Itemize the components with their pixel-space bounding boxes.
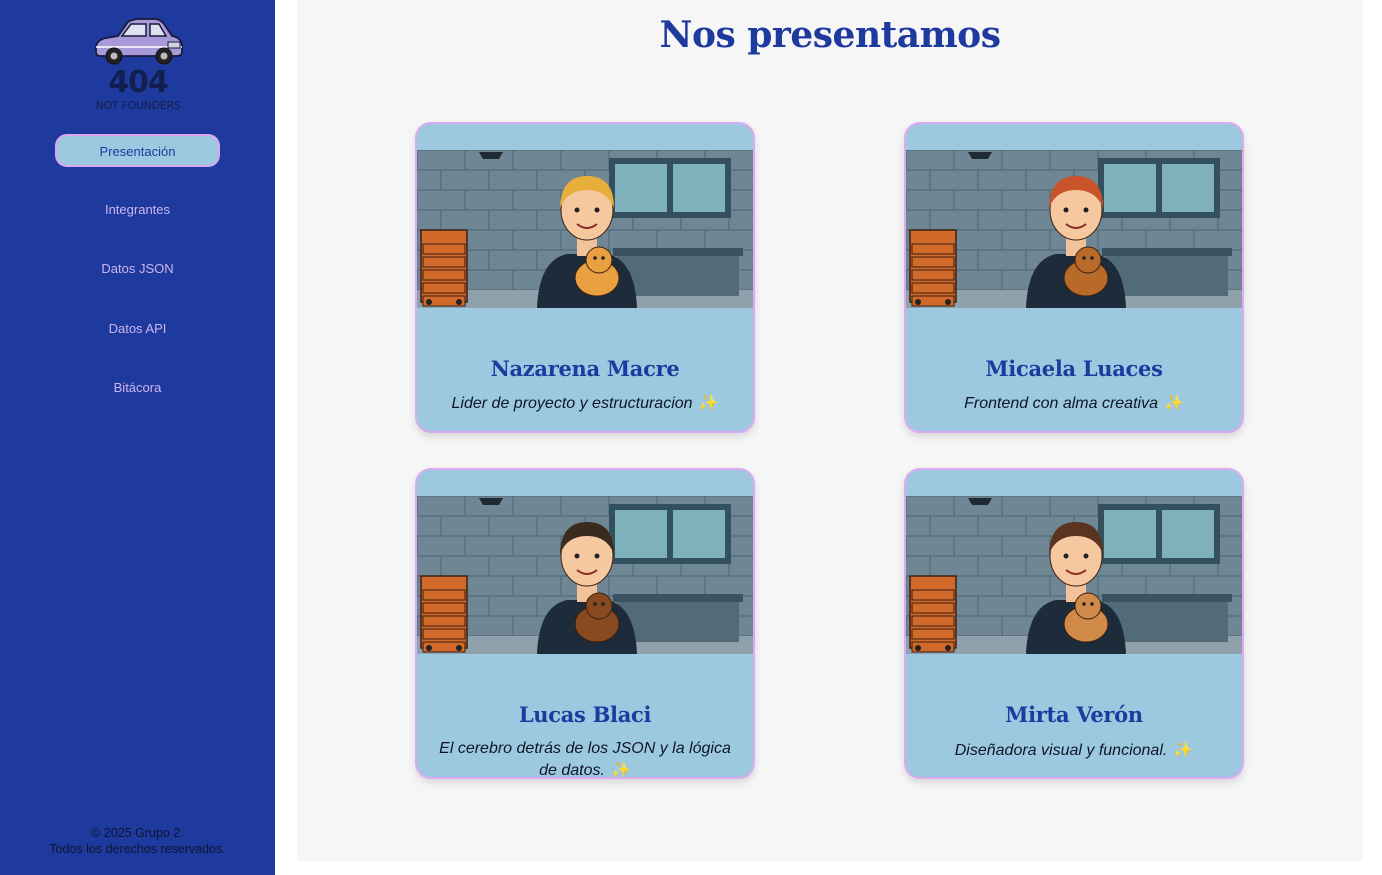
sparkle-icon: ✨ — [610, 762, 631, 779]
footer-copyright: © 2025 Grupo 2. — [91, 826, 184, 840]
member-card[interactable]: Nazarena Macre Lider de proyecto y estru… — [415, 122, 755, 433]
logo-number: 404 — [108, 65, 169, 100]
member-illustration — [906, 496, 1242, 654]
nav-item-bitacora[interactable]: Bitácora — [55, 372, 220, 405]
logo[interactable]: 404 NOT FOUNDERS — [86, 14, 190, 112]
sparkle-icon: ✨ — [698, 395, 719, 412]
member-role: Diseñadora visual y funcional. ✨ — [924, 740, 1224, 762]
member-name: Mirta Verón — [1005, 702, 1143, 727]
nav-item-datos-json[interactable]: Datos JSON — [55, 253, 220, 286]
member-name: Lucas Blaci — [518, 702, 652, 727]
sparkle-icon: ✨ — [1163, 395, 1184, 412]
member-role: El cerebro detrás de los JSON y la lógic… — [435, 738, 735, 779]
member-illustration — [417, 150, 753, 308]
member-card[interactable]: Mirta Verón Diseñadora visual y funciona… — [904, 468, 1244, 779]
footer-rights: Todos los derechos reservados. — [49, 842, 226, 856]
member-role: Frontend con alma creativa ✨ — [924, 393, 1224, 415]
member-illustration — [417, 496, 753, 654]
nav-item-presentacion[interactable]: Presentación — [55, 134, 220, 167]
car-icon — [95, 18, 183, 65]
main-content: Nos presentamos Nazarena Macre Lider de … — [297, 0, 1363, 861]
member-name: Micaela Luaces — [985, 356, 1163, 381]
member-role-text: Diseñadora visual y funcional. — [954, 742, 1168, 759]
member-name: Nazarena Macre — [490, 356, 680, 381]
member-card[interactable]: Micaela Luaces Frontend con alma creativ… — [904, 122, 1244, 433]
member-role-text: Lider de proyecto y estructuracion — [451, 395, 693, 412]
member-illustration — [906, 150, 1242, 308]
nav-item-datos-api[interactable]: Datos API — [55, 313, 220, 346]
logo-text: NOT FOUNDERS — [95, 99, 181, 112]
nav-item-integrantes[interactable]: Integrantes — [55, 194, 220, 227]
footer: © 2025 Grupo 2. Todos los derechos reser… — [0, 825, 275, 857]
page-title: Nos presentamos — [659, 14, 1001, 56]
member-role-text: Frontend con alma creativa — [964, 395, 1158, 412]
member-role-text: El cerebro detrás de los JSON y la lógic… — [439, 740, 731, 779]
sidebar: 404 NOT FOUNDERS Presentación Integrante… — [0, 0, 275, 875]
sparkle-icon: ✨ — [1173, 742, 1194, 759]
member-role: Lider de proyecto y estructuracion ✨ — [435, 393, 735, 415]
member-card[interactable]: Lucas Blaci El cerebro detrás de los JSO… — [415, 468, 755, 779]
